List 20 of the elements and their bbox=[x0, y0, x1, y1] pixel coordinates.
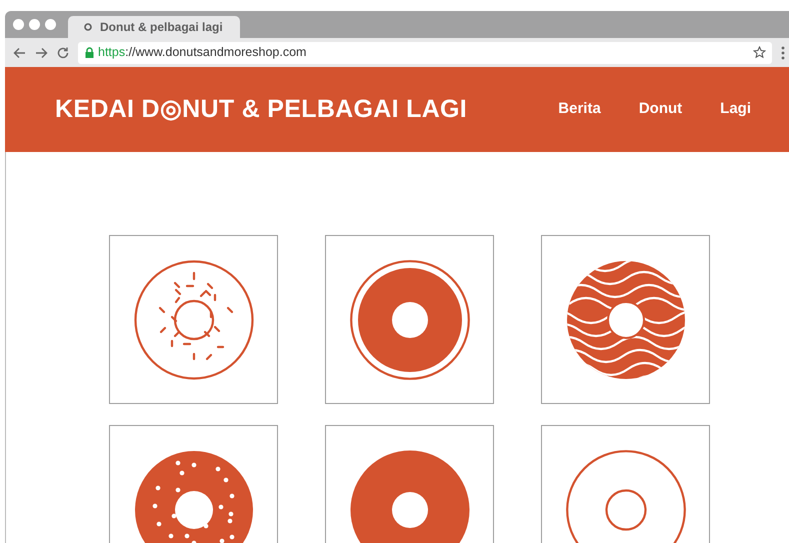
window-control-icon[interactable] bbox=[45, 19, 56, 30]
address-bar[interactable]: https://www.donutsandmoreshop.com bbox=[78, 42, 772, 64]
product-card[interactable] bbox=[325, 235, 494, 404]
nav-link[interactable]: Berita bbox=[558, 98, 601, 121]
star-icon[interactable] bbox=[753, 46, 766, 59]
nav-link[interactable]: Lagi bbox=[720, 98, 751, 121]
reload-icon[interactable] bbox=[57, 46, 69, 58]
back-arrow-icon[interactable] bbox=[13, 46, 26, 58]
nav-link[interactable]: Donut bbox=[638, 98, 682, 121]
site-logo[interactable]: KEDAI D◎NUT & PELBAGAI LAGI bbox=[55, 90, 558, 128]
window-control-icon[interactable] bbox=[29, 19, 40, 30]
product-card[interactable] bbox=[109, 235, 278, 404]
url-text: https://www.donutsandmoreshop.com bbox=[98, 44, 308, 62]
forward-arrow-icon[interactable] bbox=[35, 46, 48, 58]
lock-icon bbox=[85, 47, 94, 58]
browser-tab[interactable]: Donut & pelbagai lagi bbox=[68, 16, 240, 38]
page-icon bbox=[84, 23, 92, 31]
menu-icon[interactable] bbox=[781, 46, 785, 60]
product-card[interactable] bbox=[541, 235, 710, 404]
window-control-icon[interactable] bbox=[13, 19, 24, 30]
